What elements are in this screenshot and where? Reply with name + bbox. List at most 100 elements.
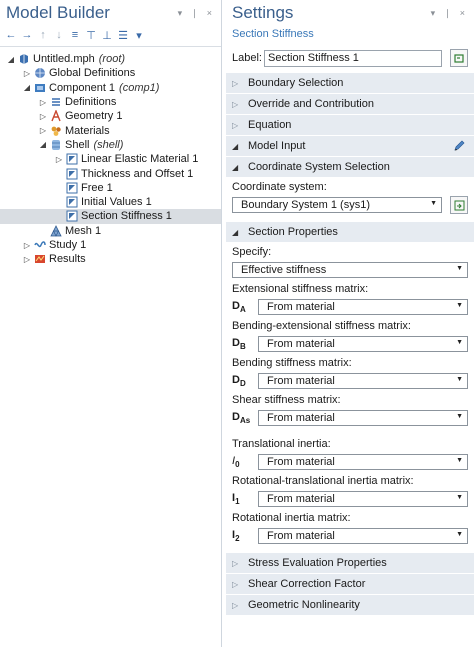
model-builder-panel: Model Builder ▾ ❘ × ← → ↑ ↓ ≡ ⊤ ⊥ ☰ ▾ ◢ Untitled.… — [0, 0, 222, 647]
expand-arrow-icon[interactable]: ▷ — [38, 112, 48, 121]
section-title: Stress Evaluation Properties — [248, 557, 387, 569]
show-icon[interactable]: ≡ — [68, 28, 82, 42]
coordinate-system-value: Boundary System 1 (sys1) — [241, 199, 370, 211]
section-header[interactable]: ▷ Equation — [226, 115, 474, 135]
collapse-icon[interactable]: ⊤ — [84, 28, 98, 42]
list-icon[interactable]: ☰ — [116, 28, 130, 42]
symbol-subscript: 1 — [235, 497, 240, 507]
property-select[interactable]: From material ▼ — [258, 299, 468, 315]
chevron-down-icon: ▼ — [456, 339, 463, 346]
reset-label-button[interactable] — [450, 49, 468, 67]
tree-node[interactable]: Mesh 1 — [0, 224, 221, 238]
coordinate-system-row: Boundary System 1 (sys1) ▼ — [232, 196, 468, 214]
tree-node[interactable]: ▷ Global Definitions — [0, 66, 221, 80]
collapse-arrow-icon[interactable]: ◢ — [22, 83, 32, 92]
component-icon — [33, 82, 46, 94]
tree-node[interactable]: ▷ Geometry 1 — [0, 109, 221, 123]
globe-icon — [33, 67, 46, 79]
property-row: DA From material ▼ — [232, 298, 468, 316]
tree-node[interactable]: ▷ Definitions — [0, 95, 221, 109]
collapse-arrow-icon[interactable]: ◢ — [6, 55, 16, 64]
property-select[interactable]: From material ▼ — [258, 454, 468, 470]
tree-node[interactable]: Section Stiffness 1 — [0, 209, 221, 224]
feature-icon — [65, 182, 78, 194]
symbol-base: D — [232, 410, 240, 423]
forward-icon[interactable]: → — [20, 28, 34, 42]
collapsed-arrow-icon: ▷ — [232, 558, 239, 568]
tree-node[interactable]: ▷ Materials — [0, 123, 221, 137]
property-value: From material — [267, 301, 335, 313]
property-symbol: DA — [232, 300, 258, 314]
collapse-arrow-icon[interactable]: ◢ — [38, 140, 48, 149]
coordinate-system-select[interactable]: Boundary System 1 (sys1) ▼ — [232, 197, 442, 213]
root-icon — [17, 53, 30, 65]
section-header[interactable]: ▷ Stress Evaluation Properties — [226, 553, 474, 573]
tree-node[interactable]: ▷ Linear Elastic Material 1 — [0, 152, 221, 166]
section-header[interactable]: ▷ Geometric Nonlinearity — [226, 595, 474, 615]
specify-select[interactable]: Effective stiffness ▼ — [232, 262, 468, 278]
expand-arrow-icon[interactable]: ▷ — [22, 69, 32, 78]
expand-arrow-icon[interactable]: ▷ — [22, 241, 32, 250]
property-select[interactable]: From material ▼ — [258, 491, 468, 507]
window-controls[interactable]: ▾ ❘ × — [431, 0, 468, 26]
section-header[interactable]: ▷ Shear Correction Factor — [226, 574, 474, 594]
property-value: From material — [267, 493, 335, 505]
expand-arrow-icon[interactable]: ▷ — [38, 126, 48, 135]
property-value: From material — [267, 530, 335, 542]
tree-node[interactable]: Thickness and Offset 1 — [0, 166, 221, 180]
label-input[interactable]: Section Stiffness 1 — [264, 49, 442, 67]
tree-node[interactable]: Free 1 — [0, 181, 221, 195]
settings-title-text: Settings — [232, 3, 294, 22]
property-row: I2 From material ▼ — [232, 527, 468, 545]
expand-icon[interactable]: ⊥ — [100, 28, 114, 42]
property-select[interactable]: From material ▼ — [258, 410, 468, 426]
expand-arrow-icon[interactable]: ▷ — [38, 98, 48, 107]
settings-title: Settings ▾ ❘ × — [226, 0, 474, 26]
section-coordinate-system-selection[interactable]: ◢ Coordinate System Selection — [226, 157, 474, 177]
expand-arrow-icon[interactable]: ▷ — [22, 255, 32, 264]
back-icon[interactable]: ← — [4, 28, 18, 42]
tree-node-label: Definitions — [65, 96, 117, 109]
property-symbol: DD — [232, 374, 258, 388]
tree-node-label: Thickness and Offset 1 — [81, 167, 194, 180]
sections-top: ▷ Boundary Selection ▷ Override and Contrib… — [226, 73, 474, 156]
collapsed-arrow-icon: ▷ — [232, 99, 239, 109]
property-select[interactable]: From material ▼ — [258, 336, 468, 352]
tree-node[interactable]: Initial Values 1 — [0, 195, 221, 209]
tree-node[interactable]: ◢ Untitled.mph (root) — [0, 52, 221, 66]
move-up-icon[interactable]: ↑ — [36, 28, 50, 42]
property-label: Bending-extensional stiffness matrix: — [232, 320, 411, 332]
tree-node[interactable]: ▷ Results — [0, 252, 221, 266]
tree-node[interactable]: ◢ Component 1 (comp1) — [0, 81, 221, 95]
window-controls[interactable]: ▾ ❘ × — [178, 0, 215, 26]
collapsed-arrow-icon: ▷ — [232, 600, 239, 610]
tree-node[interactable]: ◢ Shell (shell) — [0, 138, 221, 152]
property-select[interactable]: From material ▼ — [258, 528, 468, 544]
section-header[interactable]: ▷ Boundary Selection — [226, 73, 474, 93]
tree-node[interactable]: ▷ Study 1 — [0, 238, 221, 252]
tree-node-label: Free 1 — [81, 181, 113, 194]
property-symbol: DB — [232, 337, 258, 351]
expand-arrow-icon[interactable]: ▷ — [54, 155, 64, 164]
section-section-properties[interactable]: ◢ Section Properties — [226, 222, 474, 242]
move-down-icon[interactable]: ↓ — [52, 28, 66, 42]
results-icon — [33, 253, 46, 265]
menu-dropdown-icon[interactable]: ▾ — [132, 28, 146, 42]
section-header[interactable]: ◢ Model Input — [226, 136, 474, 156]
property-symbol: DAs — [232, 411, 258, 425]
coordinate-system-label: Coordinate system: — [232, 181, 327, 193]
chevron-down-icon: ▼ — [456, 413, 463, 420]
sections-bottom: ▷ Stress Evaluation Properties ▷ Shear Corr… — [226, 553, 474, 615]
go-to-source-button[interactable] — [450, 196, 468, 214]
chevron-down-icon: ▼ — [456, 265, 463, 272]
edit-pencil-icon[interactable] — [453, 139, 466, 155]
tree-node-tag: (root) — [98, 53, 126, 66]
property-row: DAs From material ▼ — [232, 409, 468, 427]
settings-panel: Settings ▾ ❘ × Section Stiffness Label: … — [226, 0, 474, 647]
chevron-down-icon: ▼ — [456, 494, 463, 501]
section-header[interactable]: ▷ Override and Contribution — [226, 94, 474, 114]
symbol-subscript: A — [239, 305, 246, 315]
collapsed-arrow-icon: ▷ — [232, 579, 239, 589]
property-select[interactable]: From material ▼ — [258, 373, 468, 389]
tree-node-label: Initial Values 1 — [81, 196, 152, 209]
